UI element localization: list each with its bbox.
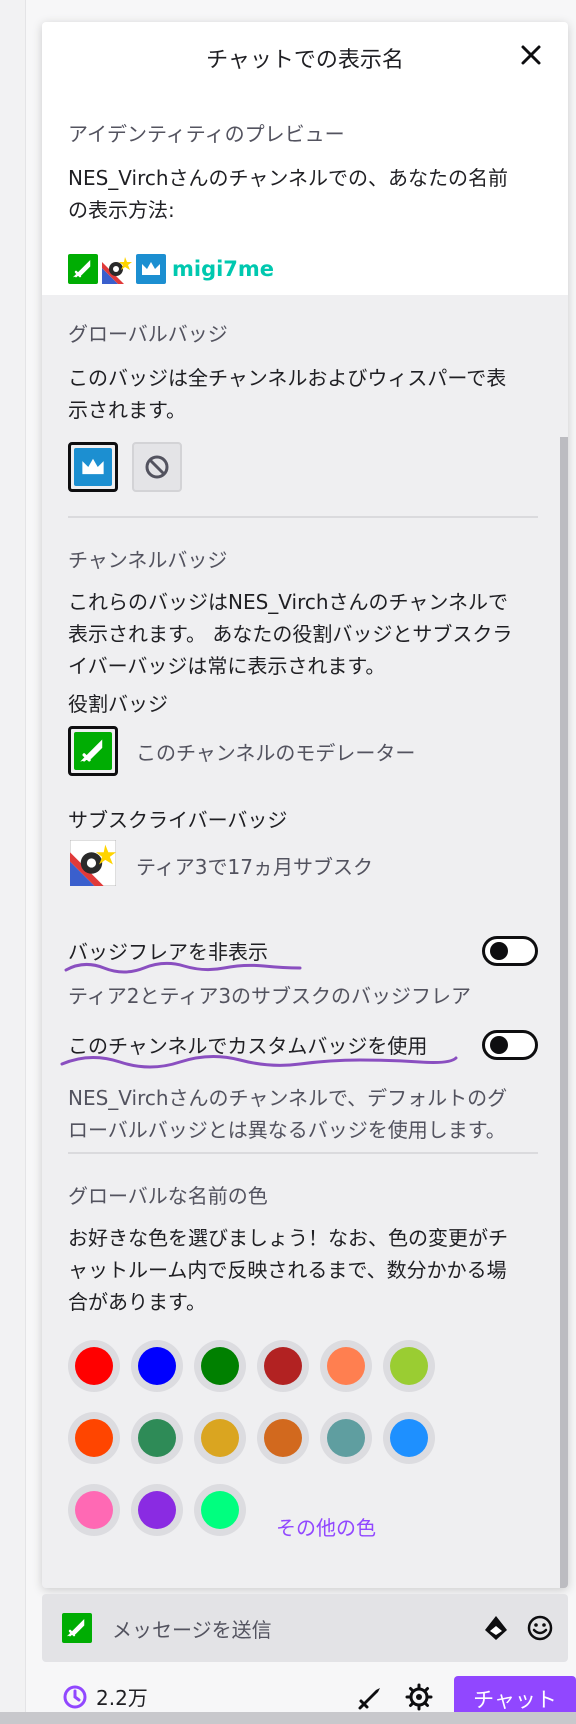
color-swatch[interactable] bbox=[68, 1340, 120, 1392]
color-swatch[interactable] bbox=[320, 1340, 372, 1392]
color-swatch[interactable] bbox=[257, 1340, 309, 1392]
preview-desc-line: の表示方法: bbox=[68, 198, 175, 222]
subscriber-badge-icon bbox=[69, 839, 117, 890]
subscriber-badge-row: ティア3で17ヵ月サブスク bbox=[68, 839, 538, 890]
global-badge-description: このバッジは全チャンネルおよびウィスパーで表 示されます。 bbox=[68, 362, 538, 426]
color-swatch-fill bbox=[327, 1347, 365, 1385]
other-colors-link[interactable]: その他の色 bbox=[276, 1512, 376, 1541]
role-badge-row: このチャンネルのモデレーター bbox=[68, 726, 538, 776]
name-color-description: お好きな色を選びましょう！なお、色の変更がチ ャットルーム内で反映されるまで、数… bbox=[68, 1222, 538, 1318]
moderator-badge-option[interactable] bbox=[68, 726, 118, 776]
scrollbar[interactable] bbox=[560, 437, 568, 1588]
bits-icon[interactable] bbox=[482, 1614, 510, 1642]
color-swatch-fill bbox=[390, 1419, 428, 1457]
divider bbox=[68, 516, 538, 518]
channel-badge-desc-line: これらのバッジはNES_Virchさんのチャンネルで bbox=[68, 590, 508, 614]
channel-points-count: 2.2万 bbox=[96, 1686, 148, 1710]
custom-badge-toggle[interactable] bbox=[482, 1030, 538, 1060]
display-name-modal: チャットでの表示名 アイデンティティのプレビュー NES_Virchさんのチャン… bbox=[42, 22, 568, 1588]
color-swatch-fill bbox=[327, 1419, 365, 1457]
channel-badge-label: チャンネルバッジ bbox=[68, 548, 228, 572]
global-badge-desc-line: 示されます。 bbox=[68, 398, 186, 422]
color-swatch[interactable] bbox=[68, 1484, 120, 1536]
custom-badge-desc-line: ローバルバッジとは異なるバッジを使用します。 bbox=[68, 1118, 506, 1142]
emote-icon[interactable] bbox=[526, 1614, 554, 1642]
color-swatch[interactable] bbox=[131, 1412, 183, 1464]
chat-input[interactable]: メッセージを送信 bbox=[42, 1594, 568, 1662]
gear-icon[interactable] bbox=[404, 1682, 434, 1712]
custom-badge-label: このチャンネルでカスタムバッジを使用 bbox=[68, 1034, 428, 1058]
color-swatch-fill bbox=[264, 1419, 302, 1457]
crown-icon bbox=[136, 254, 166, 284]
name-color-desc-line: 合があります。 bbox=[68, 1290, 206, 1314]
preview-label: アイデンティティのプレビュー bbox=[68, 122, 345, 146]
color-swatch[interactable] bbox=[194, 1412, 246, 1464]
role-badge-label: 役割バッジ bbox=[68, 692, 168, 716]
channel-badge-desc-line: 表示されます。 あなたの役割バッジとサブスクラ bbox=[68, 622, 513, 646]
left-strip bbox=[0, 0, 26, 1724]
sword-icon[interactable] bbox=[356, 1682, 386, 1712]
sword-icon bbox=[74, 732, 112, 770]
subscriber-badge-label: サブスクライバーバッジ bbox=[68, 808, 288, 832]
color-swatch-fill bbox=[75, 1419, 113, 1457]
global-badge-prime-option[interactable] bbox=[68, 442, 118, 492]
hide-flair-toggle[interactable] bbox=[482, 936, 538, 966]
channel-badge-description: これらのバッジはNES_Virchさんのチャンネルで 表示されます。 あなたの役… bbox=[68, 586, 538, 682]
subscriber-badge-option[interactable] bbox=[68, 839, 118, 890]
color-swatch-fill bbox=[75, 1347, 113, 1385]
preview-row: migi7me bbox=[68, 254, 538, 284]
color-swatch[interactable] bbox=[383, 1340, 435, 1392]
channel-points[interactable]: 2.2万 bbox=[62, 1682, 148, 1711]
color-swatch[interactable] bbox=[194, 1484, 246, 1536]
crown-icon bbox=[74, 448, 112, 486]
toggle-knob bbox=[490, 942, 508, 960]
modal-title: チャットでの表示名 bbox=[206, 48, 404, 73]
hide-flair-description: ティア2とティア3のサブスクのバッジフレア bbox=[68, 984, 472, 1008]
preview-desc-line: NES_Virchさんのチャンネルでの、あなたの名前 bbox=[68, 166, 508, 190]
close-icon bbox=[521, 45, 541, 65]
chat-input-placeholder: メッセージを送信 bbox=[112, 1618, 272, 1642]
toggle-knob bbox=[490, 1036, 508, 1054]
color-swatch-fill bbox=[201, 1491, 239, 1529]
color-swatch-fill bbox=[201, 1419, 239, 1457]
identity-preview-section: チャットでの表示名 アイデンティティのプレビュー NES_Virchさんのチャン… bbox=[42, 22, 568, 295]
global-badge-options bbox=[68, 442, 538, 492]
close-button[interactable] bbox=[516, 40, 546, 70]
sword-icon bbox=[62, 1613, 92, 1643]
color-swatch[interactable] bbox=[131, 1340, 183, 1392]
color-swatch-fill bbox=[201, 1347, 239, 1385]
preview-username: migi7me bbox=[172, 257, 275, 281]
bottom-edge bbox=[0, 1712, 576, 1724]
custom-badge-description: NES_Virchさんのチャンネルで、デフォルトのグ ローバルバッジとは異なるバ… bbox=[68, 1082, 538, 1146]
subscriber-badge-icon bbox=[102, 254, 132, 284]
hide-flair-label: バッジフレアを非表示 bbox=[68, 940, 268, 964]
color-swatch-fill bbox=[390, 1347, 428, 1385]
color-swatch[interactable] bbox=[257, 1412, 309, 1464]
name-color-desc-line: ャットルーム内で反映されるまで、数分かかる場 bbox=[68, 1258, 507, 1282]
global-badge-desc-line: このバッジは全チャンネルおよびウィスパーで表 bbox=[68, 366, 507, 390]
color-swatch-fill bbox=[138, 1419, 176, 1457]
preview-description: NES_Virchさんのチャンネルでの、あなたの名前 の表示方法: bbox=[68, 162, 538, 226]
color-swatch[interactable] bbox=[68, 1412, 120, 1464]
color-swatch-fill bbox=[138, 1491, 176, 1529]
color-swatch-fill bbox=[264, 1347, 302, 1385]
color-swatch-fill bbox=[138, 1347, 176, 1385]
subscriber-badge-description: ティア3で17ヵ月サブスク bbox=[136, 854, 373, 879]
color-swatch[interactable] bbox=[320, 1412, 372, 1464]
color-swatch[interactable] bbox=[194, 1340, 246, 1392]
global-badge-none-option[interactable] bbox=[132, 442, 182, 492]
name-color-label: グローバルな名前の色 bbox=[68, 1184, 268, 1208]
global-badge-label: グローバルバッジ bbox=[68, 322, 228, 346]
channel-points-icon bbox=[63, 1685, 87, 1708]
color-swatch[interactable] bbox=[131, 1484, 183, 1536]
sword-icon bbox=[68, 254, 98, 284]
ban-icon bbox=[145, 455, 169, 479]
channel-badge-desc-line: イバーバッジは常に表示されます。 bbox=[68, 654, 386, 678]
color-swatch[interactable] bbox=[383, 1412, 435, 1464]
divider bbox=[68, 1152, 538, 1154]
custom-badge-desc-line: NES_Virchさんのチャンネルで、デフォルトのグ bbox=[68, 1086, 508, 1110]
name-color-desc-line: お好きな色を選びましょう！なお、色の変更がチ bbox=[68, 1226, 508, 1250]
color-swatch-fill bbox=[75, 1491, 113, 1529]
role-badge-description: このチャンネルのモデレーター bbox=[136, 740, 416, 765]
